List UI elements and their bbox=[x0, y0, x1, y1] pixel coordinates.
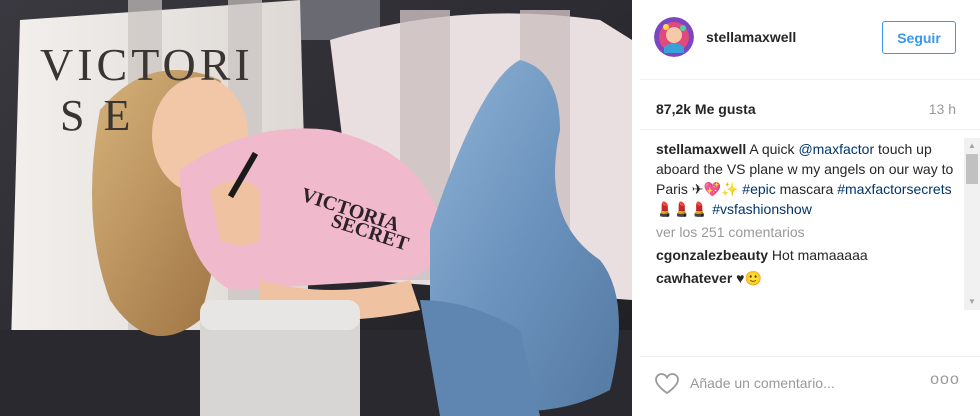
caption-username[interactable]: stellamaxwell bbox=[656, 141, 746, 157]
scroll-down-arrow-icon[interactable]: ▼ bbox=[964, 294, 980, 310]
add-comment-input[interactable] bbox=[690, 373, 920, 393]
svg-text:S E: S E bbox=[60, 91, 134, 140]
scroll-thumb[interactable] bbox=[966, 154, 978, 184]
post-header: stellamaxwell Seguir bbox=[640, 0, 980, 80]
comment-username[interactable]: cawhatever bbox=[656, 270, 732, 286]
more-options-icon[interactable]: ooo bbox=[930, 371, 960, 393]
follow-button[interactable]: Seguir bbox=[882, 21, 956, 54]
caption-text-3: mascara bbox=[775, 181, 838, 197]
caption-text-1: A quick bbox=[746, 141, 799, 157]
comment-text: ♥🙂 bbox=[736, 270, 762, 286]
post-time[interactable]: 13 h bbox=[929, 101, 956, 117]
list-item: cgonzalezbeauty Hot mamaaaaa bbox=[656, 245, 962, 265]
svg-text:VICTORI: VICTORI bbox=[40, 39, 254, 90]
caption-hashtag-vsfashionshow[interactable]: #vsfashionshow bbox=[712, 201, 812, 217]
view-all-comments-link[interactable]: ver los 251 comentarios bbox=[656, 222, 962, 242]
post-side-panel: stellamaxwell Seguir 87,2k Me gusta 13 h… bbox=[640, 0, 980, 416]
caption-hashtag-epic[interactable]: #epic bbox=[742, 181, 775, 197]
like-heart-icon[interactable] bbox=[654, 372, 680, 396]
comment-username[interactable]: cgonzalezbeauty bbox=[656, 247, 768, 263]
comment-text: Hot mamaaaaa bbox=[771, 247, 868, 263]
caption-mention[interactable]: @maxfactor bbox=[798, 141, 874, 157]
caption: stellamaxwell A quick @maxfactor touch u… bbox=[656, 139, 962, 219]
comments-list: stellamaxwell A quick @maxfactor touch u… bbox=[656, 139, 962, 359]
instagram-post: VICTORIA SECRET VICTORI S E stellamaxwel… bbox=[0, 0, 980, 416]
post-photo-art: VICTORIA SECRET VICTORI S E bbox=[0, 0, 632, 416]
scroll-up-arrow-icon[interactable]: ▲ bbox=[964, 138, 980, 154]
avatar-image bbox=[654, 17, 694, 57]
post-photo[interactable]: VICTORIA SECRET VICTORI S E bbox=[0, 0, 632, 416]
list-item: cawhatever ♥🙂 bbox=[656, 268, 962, 288]
likes-count[interactable]: 87,2k Me gusta bbox=[656, 101, 756, 117]
avatar[interactable] bbox=[654, 17, 694, 57]
header-username[interactable]: stellamaxwell bbox=[706, 29, 796, 45]
comments-scrollbar[interactable]: ▲ ▼ bbox=[964, 138, 980, 310]
post-footer: ooo bbox=[640, 356, 980, 416]
likes-row: 87,2k Me gusta 13 h bbox=[640, 80, 980, 130]
